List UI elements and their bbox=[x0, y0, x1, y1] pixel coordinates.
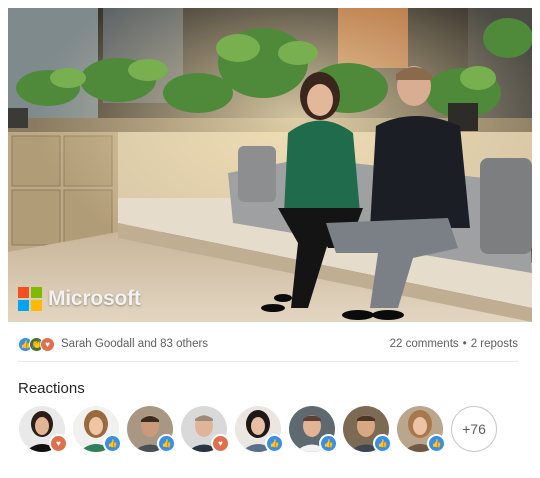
love-icon: ♥ bbox=[40, 336, 55, 352]
post-image[interactable]: Microsoft bbox=[8, 8, 532, 322]
reposts-count[interactable]: 2 reposts bbox=[471, 338, 518, 350]
like-icon: 👍 bbox=[373, 434, 392, 453]
ms-red-square bbox=[18, 287, 29, 298]
microsoft-wordmark: Microsoft bbox=[48, 287, 141, 310]
more-reactions-button[interactable]: +76 bbox=[451, 406, 497, 452]
love-icon: ♥ bbox=[211, 434, 230, 453]
like-icon: 👍 bbox=[103, 434, 122, 453]
reactor-avatar[interactable]: 👍 bbox=[289, 406, 338, 453]
post-card: Microsoft 👍 👏 ♥ Sarah Goodall and 83 oth… bbox=[0, 0, 540, 478]
reactions-summary[interactable]: 👍 👏 ♥ Sarah Goodall and 83 others bbox=[18, 336, 208, 352]
reactor-avatar[interactable]: ♥ bbox=[19, 406, 68, 453]
like-icon: 👍 bbox=[427, 434, 446, 453]
office-photo bbox=[8, 8, 532, 322]
reactor-avatar[interactable]: 👍 bbox=[343, 406, 392, 453]
reactor-avatar[interactable]: 👍 bbox=[73, 406, 122, 453]
comments-count[interactable]: 22 comments bbox=[390, 338, 459, 350]
reactor-names[interactable]: Sarah Goodall and 83 others bbox=[61, 338, 208, 350]
microsoft-squares-icon bbox=[18, 287, 42, 311]
social-counts-bar: 👍 👏 ♥ Sarah Goodall and 83 others 22 com… bbox=[18, 334, 518, 354]
love-icon: ♥ bbox=[49, 434, 68, 453]
reactor-avatar[interactable]: ♥ bbox=[181, 406, 230, 453]
divider bbox=[18, 361, 518, 362]
microsoft-logo: Microsoft bbox=[18, 287, 141, 311]
reactor-avatars: ♥ 👍 👍 ♥ 👍 👍 👍 👍 +76 bbox=[19, 406, 497, 453]
reactor-avatar[interactable]: 👍 bbox=[127, 406, 176, 453]
reactor-avatar[interactable]: 👍 bbox=[397, 406, 446, 453]
engagement-counts: 22 comments • 2 reposts bbox=[390, 338, 518, 350]
like-icon: 👍 bbox=[157, 434, 176, 453]
like-icon: 👍 bbox=[319, 434, 338, 453]
count-separator: • bbox=[462, 338, 467, 350]
reaction-icons: 👍 👏 ♥ bbox=[18, 336, 55, 352]
like-icon: 👍 bbox=[265, 434, 284, 453]
ms-blue-square bbox=[18, 300, 29, 311]
ms-green-square bbox=[31, 287, 42, 298]
reactor-avatar[interactable]: 👍 bbox=[235, 406, 284, 453]
ms-yellow-square bbox=[31, 300, 42, 311]
reactions-heading: Reactions bbox=[18, 380, 85, 397]
